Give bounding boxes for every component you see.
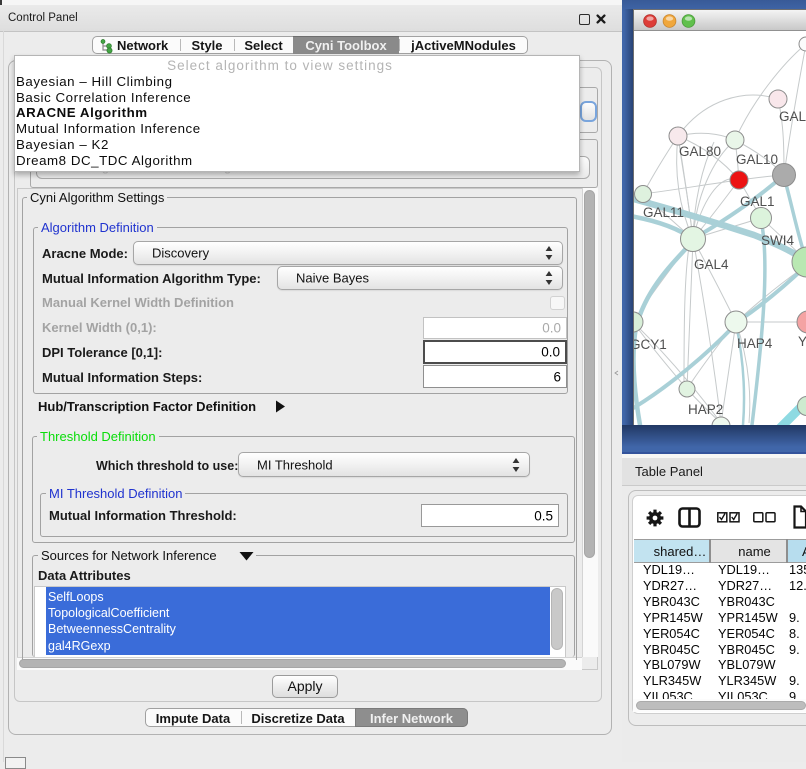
svg-text:GAL: GAL bbox=[779, 109, 806, 124]
svg-text:GAL4: GAL4 bbox=[694, 257, 729, 272]
svg-text:SWI4: SWI4 bbox=[761, 233, 794, 248]
svg-text:GAL80: GAL80 bbox=[679, 144, 721, 159]
svg-text:GAL1: GAL1 bbox=[740, 194, 775, 209]
svg-text:HAP4: HAP4 bbox=[737, 336, 773, 351]
svg-text:GAL10: GAL10 bbox=[736, 152, 778, 167]
svg-text:GAL11: GAL11 bbox=[643, 205, 684, 220]
svg-text:HAP2: HAP2 bbox=[688, 402, 723, 417]
svg-text:GCY1: GCY1 bbox=[634, 337, 667, 352]
svg-text:Y: Y bbox=[798, 334, 806, 349]
